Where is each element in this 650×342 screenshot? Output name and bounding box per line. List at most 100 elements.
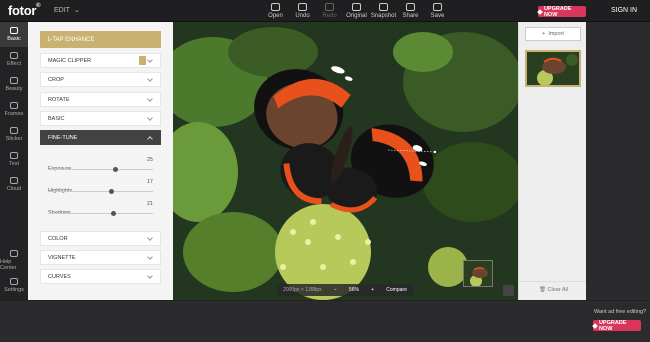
thumbnail-image: [527, 52, 579, 85]
chevron-down-icon: [147, 273, 153, 279]
cloud-icon: [10, 177, 18, 184]
ad-free-text: Want ad free editing?: [594, 309, 647, 315]
section-vignette[interactable]: VIGNETTE: [40, 250, 161, 265]
sticker-icon: [10, 127, 18, 134]
nav-frames[interactable]: Frames: [0, 97, 28, 122]
section-rotate[interactable]: ROTATE: [40, 92, 161, 107]
one-tap-enhance-button[interactable]: 1-TAP ENHANCE: [40, 31, 161, 48]
snapshot-icon: [379, 3, 388, 11]
edit-menu-label: EDIT: [54, 6, 70, 14]
nav-beauty[interactable]: Beauty: [0, 72, 28, 97]
nav-effect[interactable]: Effect: [0, 47, 28, 72]
right-margin: [586, 22, 650, 300]
text-icon: [10, 152, 18, 159]
image-dimensions: 2000px × 1398px: [283, 287, 322, 293]
section-crop[interactable]: CROP: [40, 72, 161, 87]
tool-label: Share: [402, 13, 419, 19]
nav-label: Basic: [7, 36, 21, 42]
section-label: CROP: [48, 76, 64, 83]
import-button[interactable]: + Import: [525, 27, 581, 41]
upgrade-button-bottom[interactable]: UPGRADE NOW: [592, 320, 641, 332]
chevron-down-icon: [147, 115, 153, 121]
slider-value: 21: [146, 201, 153, 207]
navigator-thumbnail[interactable]: [463, 260, 493, 287]
nav-label: Text: [8, 161, 20, 167]
footer-bar: [0, 300, 650, 342]
slider-track[interactable]: [48, 213, 153, 214]
clear-all-label: Clear All: [547, 287, 568, 293]
fine-tune-section[interactable]: FINE-TUNE: [40, 130, 161, 145]
section-label: MAGIC CLIPPER: [48, 57, 92, 64]
tool-redo: Redo: [316, 2, 343, 19]
fine-tune-label: FINE-TUNE: [48, 134, 78, 141]
butterfly-photo: [173, 22, 518, 300]
tool-share[interactable]: Share: [397, 2, 424, 19]
section-magic-clipper[interactable]: MAGIC CLIPPER: [40, 53, 161, 68]
nav-settings[interactable]: Settings: [0, 273, 28, 298]
clear-all-button[interactable]: 🗑 Clear All: [539, 287, 568, 293]
chevron-up-icon: [147, 136, 153, 142]
slider-handle[interactable]: [112, 167, 118, 172]
nav-help-center[interactable]: Help Center: [0, 248, 28, 273]
slider-highlights: Highlights17: [48, 179, 153, 197]
compare-button[interactable]: Compare: [386, 287, 407, 293]
slider-exposure: Exposure25: [48, 157, 153, 175]
tool-label: Save: [430, 13, 445, 19]
tool-undo[interactable]: Undo: [289, 2, 316, 19]
section-color[interactable]: COLOR: [40, 231, 161, 246]
chevron-down-icon: [147, 235, 153, 241]
slider-handle[interactable]: [110, 211, 116, 216]
nav-label: Cloud: [6, 186, 22, 192]
tool-label: Original: [346, 13, 367, 19]
chevron-down-icon: [147, 76, 153, 82]
slider-handle[interactable]: [108, 189, 114, 194]
tool-snapshot[interactable]: Snapshot: [370, 2, 397, 19]
zoom-in-button[interactable]: +: [371, 287, 374, 293]
tool-original[interactable]: Original: [343, 2, 370, 19]
section-label: CURVES: [48, 273, 71, 280]
slider-track[interactable]: [48, 169, 153, 170]
sign-in-link[interactable]: SIGN IN: [611, 7, 637, 14]
nav-label: Sticker: [5, 136, 23, 142]
tool-label: Snapshot: [370, 13, 397, 19]
zoom-level: 56%: [348, 287, 359, 293]
tray-divider: [519, 281, 587, 282]
frames-icon: [10, 102, 18, 109]
nav-cloud[interactable]: Cloud: [0, 172, 28, 197]
undo-icon: [298, 3, 307, 11]
nav-basic[interactable]: Basic: [0, 22, 28, 47]
nav-label: Frames: [4, 111, 24, 117]
section-basic[interactable]: BASIC: [40, 111, 161, 126]
tool-save[interactable]: Save: [424, 2, 451, 19]
slider-track[interactable]: [48, 191, 153, 192]
chevron-down-icon: [147, 57, 153, 63]
diamond-icon: [537, 8, 543, 15]
tool-label: Open: [268, 13, 283, 19]
zoom-out-button[interactable]: −: [334, 287, 337, 293]
chevron-down-icon: ⌄: [73, 7, 80, 14]
slider-value: 25: [146, 157, 153, 163]
tool-label: Redo: [322, 13, 337, 19]
chevron-down-icon: [147, 254, 153, 260]
image-thumbnail[interactable]: [525, 50, 581, 87]
navigator-image: [464, 261, 492, 286]
nav-label: Beauty: [5, 86, 23, 92]
fotor-logo[interactable]: fotor®: [8, 3, 41, 18]
edit-menu[interactable]: EDIT ⌄: [54, 6, 80, 15]
upgrade-button-top[interactable]: UPGRADE NOW: [537, 6, 586, 18]
top-bar: fotor® EDIT ⌄ Open Undo Redo Original Snapsho…: [0, 0, 650, 22]
original-icon: [352, 3, 361, 11]
photo-canvas[interactable]: 2000px × 1398px − 56% + Compare: [173, 22, 518, 300]
nav-text[interactable]: Text: [0, 147, 28, 172]
section-label: VIGNETTE: [48, 254, 76, 261]
nav-sticker[interactable]: Sticker: [0, 122, 28, 147]
fit-screen-button[interactable]: [503, 285, 514, 296]
toolbar: Open Undo Redo Original Snapshot Share Save: [262, 2, 451, 19]
nav-label: Settings: [4, 287, 24, 293]
section-label: ROTATE: [48, 96, 70, 103]
left-nav: Basic Effect Beauty Frames Sticker Text Cloud H…: [0, 22, 28, 300]
help-icon: [10, 250, 18, 257]
nav-label: Help Center: [0, 259, 17, 271]
tool-open[interactable]: Open: [262, 2, 289, 19]
section-curves[interactable]: CURVES: [40, 269, 161, 284]
